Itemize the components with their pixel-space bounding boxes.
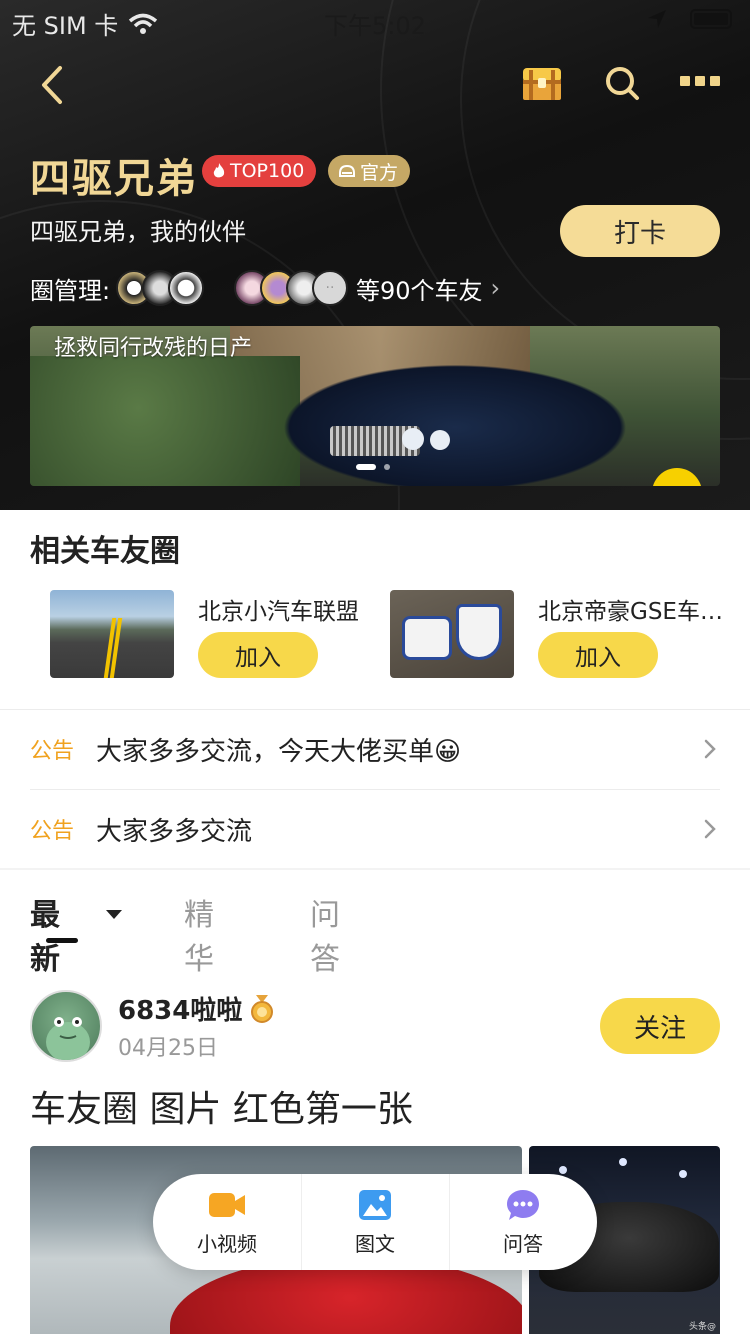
- follow-button[interactable]: 关注: [600, 998, 720, 1054]
- banner-carousel[interactable]: 拯救同行改残的日产: [30, 326, 720, 486]
- carousel-indicator: [356, 464, 390, 470]
- related-circle-name: 北京小汽车联盟: [198, 599, 359, 625]
- fab-label: 问答: [503, 1231, 543, 1256]
- publish-video-button[interactable]: 小视频: [153, 1174, 301, 1270]
- related-circle-name: 北京帝豪GSE车友会: [538, 599, 728, 625]
- more-dot-icon: [710, 76, 720, 86]
- publish-action-bar: 小视频 图文 问答: [153, 1174, 597, 1270]
- top-nav: [0, 60, 750, 110]
- banner-corner-badge: [652, 468, 702, 486]
- admin-avatars: [116, 270, 205, 306]
- chevron-right-icon: ›: [490, 274, 501, 302]
- flame-icon: [213, 163, 225, 178]
- top100-badge: TOP100: [202, 155, 317, 187]
- post-title[interactable]: 车友圈 图片 红色第一张: [30, 1080, 413, 1132]
- official-badge-label: 官方: [360, 161, 399, 184]
- fab-label: 图文: [355, 1231, 395, 1256]
- avatar-illustration: [46, 1017, 90, 1060]
- members-row[interactable]: ·· 等90个车友 ›: [228, 268, 500, 308]
- back-button[interactable]: [36, 62, 76, 108]
- post-author-name[interactable]: 6834啦啦: [118, 990, 276, 1027]
- status-bar: 无 SIM 卡 下午5:02: [0, 0, 750, 40]
- more-dot-icon: [695, 76, 705, 86]
- admin-row[interactable]: 圈管理:: [30, 268, 205, 308]
- join-button[interactable]: 加入: [198, 632, 318, 678]
- checkin-button[interactable]: 打卡: [560, 205, 720, 257]
- related-circle-thumbnail: [50, 590, 174, 678]
- chevron-right-icon: [704, 739, 716, 759]
- treasure-chest-icon: [523, 68, 561, 100]
- publish-question-button[interactable]: 问答: [449, 1174, 597, 1270]
- treasure-chest-button[interactable]: [520, 64, 564, 104]
- related-circle-item[interactable]: 北京小汽车联盟 加入: [50, 590, 380, 680]
- video-icon: [209, 1192, 245, 1217]
- tab-active-indicator: [46, 938, 78, 943]
- status-right: [646, 8, 732, 30]
- publish-image-text-button[interactable]: 图文: [301, 1174, 449, 1270]
- post-author-name-text: 6834啦啦: [118, 996, 243, 1026]
- related-circle-thumbnail: [390, 590, 514, 678]
- status-time: 下午5:02: [324, 12, 426, 40]
- chat-bubble-icon: [507, 1189, 539, 1220]
- battery-icon: [690, 9, 732, 29]
- notice-tag: 公告: [30, 739, 75, 764]
- tab-label: 精华: [184, 898, 214, 977]
- caret-down-icon[interactable]: [106, 910, 122, 919]
- search-icon: [606, 67, 639, 100]
- notice-text: 大家多多交流，今天大佬买单😀: [96, 736, 462, 767]
- search-button[interactable]: [603, 64, 643, 104]
- chevron-left-icon: [42, 66, 62, 104]
- notice-row[interactable]: 公告 大家多多交流，今天大佬买单😀: [30, 710, 720, 788]
- notice-text: 大家多多交流: [96, 816, 253, 847]
- official-badge: 官方: [328, 155, 411, 187]
- carousel-dot-active: [356, 464, 376, 470]
- fab-label: 小视频: [197, 1231, 257, 1256]
- tab-featured[interactable]: 精华: [184, 890, 214, 978]
- banner-image: [430, 430, 450, 450]
- related-circles-title: 相关车友圈: [30, 534, 180, 569]
- section-separator: [0, 868, 750, 870]
- member-avatars: ··: [234, 270, 348, 306]
- post-image-content: [679, 1170, 687, 1178]
- location-arrow-icon: [648, 10, 666, 28]
- circle-title: 四驱兄弟: [30, 156, 198, 202]
- circle-description: 四驱兄弟，我的伙伴: [30, 218, 246, 246]
- members-count: 等90个车友: [356, 276, 483, 305]
- car-front-icon: [339, 164, 355, 177]
- top100-badge-label: TOP100: [230, 160, 305, 182]
- medal-icon: [251, 994, 274, 1023]
- post-image-content: [559, 1166, 567, 1174]
- chevron-right-icon: [704, 819, 716, 839]
- related-circle-item[interactable]: 北京帝豪GSE车友会 加入: [390, 590, 728, 680]
- post-date: 04月25日: [118, 1036, 218, 1061]
- circle-header: 无 SIM 卡 下午5:02 四驱兄弟 TOP100 官方 四驱兄弟，我的伙伴 …: [0, 0, 750, 510]
- related-circles-list: 北京小汽车联盟 加入 北京帝豪GSE车友会 加入: [0, 590, 750, 680]
- admin-label: 圈管理:: [30, 276, 111, 305]
- notice-tag: 公告: [30, 819, 75, 844]
- avatar: ··: [312, 270, 348, 306]
- more-dot-icon: [680, 76, 690, 86]
- notice-row[interactable]: 公告 大家多多交流: [30, 790, 720, 868]
- image-watermark: 头条@: [688, 1322, 716, 1332]
- carousel-dot: [384, 464, 390, 470]
- tab-qa[interactable]: 问答: [310, 890, 340, 978]
- tab-latest[interactable]: 最新: [30, 890, 60, 978]
- post-image-content: [619, 1158, 627, 1166]
- avatar: [168, 270, 205, 306]
- join-button[interactable]: 加入: [538, 632, 658, 678]
- banner-image: [260, 356, 650, 486]
- image-icon: [359, 1189, 391, 1220]
- post-author-avatar[interactable]: [30, 990, 102, 1062]
- tab-label: 问答: [310, 898, 340, 977]
- more-menu-button[interactable]: [680, 76, 720, 90]
- banner-caption: 拯救同行改残的日产: [54, 336, 253, 361]
- banner-image: [402, 428, 424, 450]
